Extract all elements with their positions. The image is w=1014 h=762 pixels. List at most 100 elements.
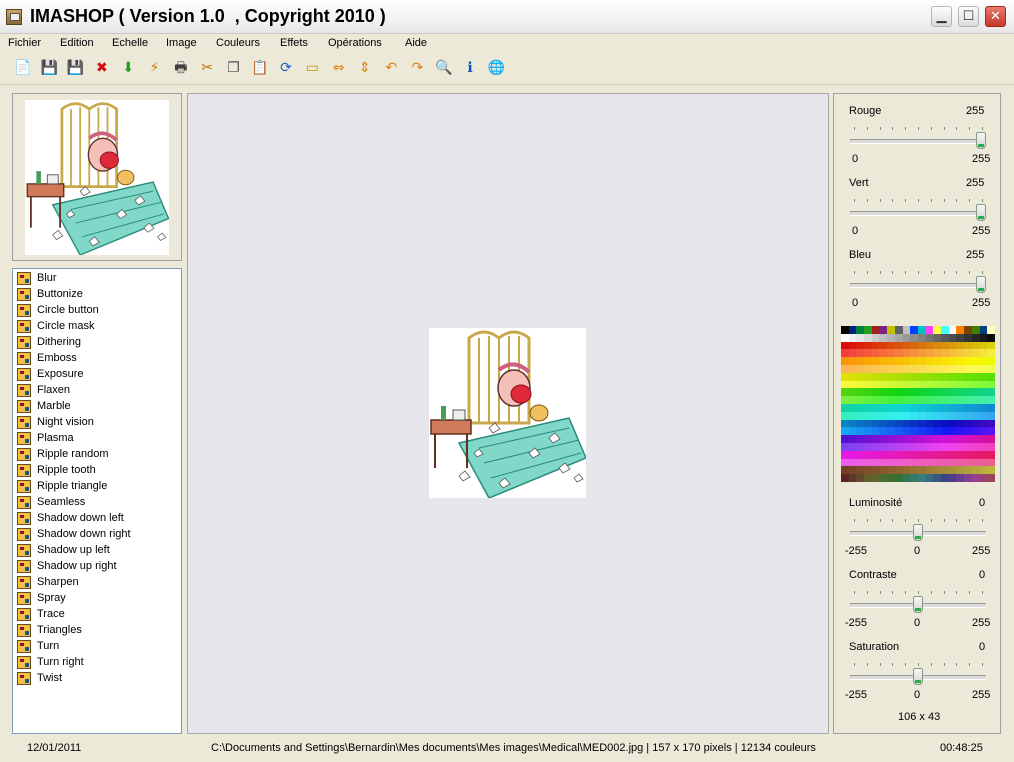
color-swatch[interactable] <box>887 435 895 443</box>
color-swatch[interactable] <box>848 435 857 443</box>
color-swatch[interactable] <box>948 326 957 334</box>
color-swatch[interactable] <box>910 466 918 475</box>
color-swatch[interactable] <box>925 341 934 350</box>
color-swatch[interactable] <box>948 380 957 389</box>
color-swatch[interactable] <box>864 365 872 373</box>
color-swatch[interactable] <box>856 466 865 475</box>
color-swatch[interactable] <box>848 396 857 404</box>
color-swatch[interactable] <box>879 372 888 381</box>
color-swatch[interactable] <box>964 450 972 459</box>
color-swatch[interactable] <box>979 443 988 451</box>
color-swatch[interactable] <box>964 380 972 389</box>
color-swatch[interactable] <box>925 326 934 334</box>
color-swatch[interactable] <box>917 474 926 482</box>
color-swatch[interactable] <box>856 396 865 404</box>
color-swatch[interactable] <box>948 450 957 459</box>
color-swatch[interactable] <box>871 365 880 373</box>
color-swatch[interactable] <box>887 411 895 420</box>
save-button[interactable]: 💾 <box>38 57 60 79</box>
color-swatch[interactable] <box>887 341 895 350</box>
color-swatch[interactable] <box>848 419 857 428</box>
color-swatch[interactable] <box>879 466 888 475</box>
color-swatch[interactable] <box>887 474 895 482</box>
color-swatch[interactable] <box>964 443 972 451</box>
color-swatch[interactable] <box>841 427 849 436</box>
color-swatch[interactable] <box>956 419 965 428</box>
color-swatch[interactable] <box>964 388 972 397</box>
color-swatch[interactable] <box>841 435 849 443</box>
color-swatch[interactable] <box>910 357 918 365</box>
color-swatch[interactable] <box>894 341 903 350</box>
color-swatch[interactable] <box>902 427 911 436</box>
color-swatch[interactable] <box>856 450 865 459</box>
color-swatch[interactable] <box>910 333 918 342</box>
color-swatch[interactable] <box>987 388 995 397</box>
color-swatch[interactable] <box>987 419 995 428</box>
saturation-slider-thumb[interactable] <box>913 668 923 685</box>
color-swatch[interactable] <box>964 466 972 475</box>
color-swatch[interactable] <box>871 396 880 404</box>
color-swatch[interactable] <box>887 349 895 358</box>
color-swatch[interactable] <box>979 419 988 428</box>
color-swatch[interactable] <box>910 411 918 420</box>
color-swatch[interactable] <box>887 388 895 397</box>
color-swatch[interactable] <box>917 458 926 467</box>
color-swatch[interactable] <box>879 357 888 365</box>
color-swatch[interactable] <box>925 349 934 358</box>
color-swatch[interactable] <box>956 435 965 443</box>
color-swatch[interactable] <box>948 388 957 397</box>
color-swatch[interactable] <box>894 404 903 412</box>
color-swatch[interactable] <box>841 380 849 389</box>
color-swatch[interactable] <box>964 411 972 420</box>
color-swatch[interactable] <box>864 458 872 467</box>
color-swatch[interactable] <box>979 450 988 459</box>
color-swatch[interactable] <box>917 380 926 389</box>
color-swatch[interactable] <box>887 396 895 404</box>
color-swatch[interactable] <box>979 435 988 443</box>
color-swatch[interactable] <box>933 450 942 459</box>
color-swatch[interactable] <box>902 443 911 451</box>
color-swatch[interactable] <box>971 427 980 436</box>
color-swatch[interactable] <box>894 388 903 397</box>
color-swatch[interactable] <box>979 341 988 350</box>
redo-button[interactable]: ↷ <box>407 57 429 79</box>
color-swatch[interactable] <box>902 372 911 381</box>
color-swatch[interactable] <box>864 396 872 404</box>
color-swatch[interactable] <box>964 435 972 443</box>
color-swatch[interactable] <box>987 326 995 334</box>
color-swatch[interactable] <box>902 365 911 373</box>
color-swatch[interactable] <box>879 380 888 389</box>
color-swatch[interactable] <box>910 474 918 482</box>
color-swatch[interactable] <box>941 357 949 365</box>
color-swatch[interactable] <box>933 466 942 475</box>
color-swatch[interactable] <box>917 435 926 443</box>
color-swatch[interactable] <box>941 450 949 459</box>
color-swatch[interactable] <box>864 450 872 459</box>
color-swatch[interactable] <box>894 458 903 467</box>
color-swatch[interactable] <box>971 443 980 451</box>
color-swatch[interactable] <box>864 404 872 412</box>
color-swatch[interactable] <box>971 435 980 443</box>
color-swatch[interactable] <box>879 411 888 420</box>
color-swatch[interactable] <box>848 388 857 397</box>
color-swatch[interactable] <box>910 419 918 428</box>
color-swatch[interactable] <box>917 396 926 404</box>
color-swatch[interactable] <box>979 458 988 467</box>
color-swatch[interactable] <box>971 341 980 350</box>
minimize-button[interactable]: ▁ <box>931 6 952 27</box>
color-swatch[interactable] <box>841 474 849 482</box>
color-swatch[interactable] <box>864 326 872 334</box>
copy-button[interactable]: ❐ <box>222 57 244 79</box>
color-swatch[interactable] <box>848 365 857 373</box>
color-swatch[interactable] <box>971 388 980 397</box>
color-swatch[interactable] <box>902 380 911 389</box>
download-button[interactable]: ⬇ <box>117 57 139 79</box>
color-swatch[interactable] <box>933 458 942 467</box>
globe-button[interactable]: 🌐 <box>485 57 507 79</box>
color-swatch[interactable] <box>971 411 980 420</box>
color-swatch[interactable] <box>941 380 949 389</box>
color-swatch[interactable] <box>917 372 926 381</box>
color-swatch[interactable] <box>941 341 949 350</box>
color-swatch[interactable] <box>971 458 980 467</box>
color-swatch[interactable] <box>933 474 942 482</box>
